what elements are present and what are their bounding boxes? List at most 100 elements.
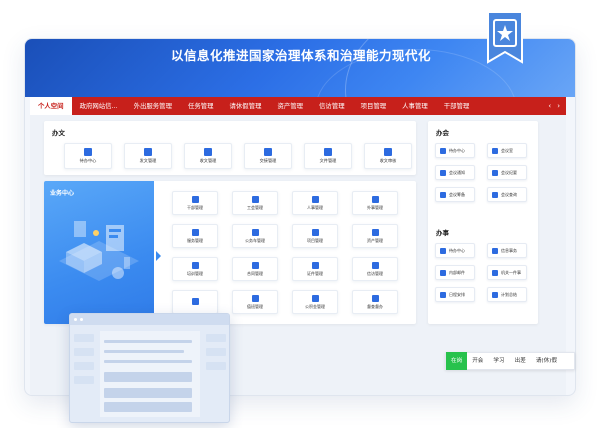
tile-union-mgmt[interactable]: 工会管理 — [232, 191, 278, 215]
tile-incoming-docs[interactable]: 收文管理 — [184, 143, 232, 169]
calendar-icon — [251, 294, 259, 302]
tile-internal-mail[interactable]: 内部邮件 — [435, 265, 475, 280]
document-icon — [251, 261, 259, 269]
mini-line — [104, 340, 192, 343]
document-icon — [492, 269, 498, 276]
tile-meeting-todo[interactable]: 待办中心 — [435, 143, 475, 158]
tile-meeting-query[interactable]: 会议查询 — [487, 187, 527, 202]
document-icon — [251, 228, 259, 236]
mail-icon — [440, 269, 446, 276]
tile-supervision[interactable]: 督查督办 — [352, 290, 398, 314]
tile-meeting-notice[interactable]: 会议通知 — [435, 165, 475, 180]
nav-item-outbound-service[interactable]: 外出服务管理 — [126, 97, 180, 115]
mini-side-block — [74, 362, 94, 370]
tile-label: 文件管理 — [319, 158, 337, 163]
document-icon — [371, 294, 379, 302]
nav-arrows: ‹ › — [548, 102, 566, 110]
tile-service-mgmt[interactable]: 服务管理 — [172, 224, 218, 248]
tile-label: 证件管理 — [307, 270, 323, 276]
status-leave[interactable]: 请(休)假 — [531, 352, 562, 370]
tile-outgoing-docs[interactable]: 发文管理 — [124, 143, 172, 169]
calendar-icon — [440, 291, 446, 298]
nav-item-task[interactable]: 任务管理 — [180, 97, 222, 115]
tile-todo-center[interactable]: 待办中心 — [64, 143, 112, 169]
tile-handover[interactable]: 交接管理 — [244, 143, 292, 169]
document-icon — [264, 148, 272, 156]
office-docs-tiles: 待办中心 发文管理 收文管理 交接管理 文件管理 收文审核 — [64, 143, 424, 169]
document-icon — [191, 228, 199, 236]
nav-item-project[interactable]: 项目管理 — [353, 97, 395, 115]
office-docs-panel: 办文 待办中心 发文管理 收文管理 交接管理 文件管理 收文审核 — [44, 121, 416, 175]
tile-label: 收文审核 — [379, 158, 397, 163]
nav-item-asset[interactable]: 资产管理 — [269, 97, 311, 115]
tile-foreign-affairs[interactable]: 外事管理 — [352, 191, 398, 215]
tile-label: 日程安排 — [449, 291, 465, 297]
document-icon — [311, 261, 319, 269]
tile-schedule[interactable]: 日程安排 — [435, 287, 475, 302]
tile-label: 会议筹备 — [449, 191, 465, 197]
tile-hr-mgmt[interactable]: 人事管理 — [292, 191, 338, 215]
chevron-right-icon[interactable]: › — [557, 102, 560, 110]
tile-label: 交接管理 — [259, 158, 277, 163]
tile-label: 项目管理 — [307, 237, 323, 243]
mini-dot — [80, 318, 83, 321]
globe-icon — [371, 195, 379, 203]
tile-contract-mgmt[interactable]: 合同管理 — [232, 257, 278, 281]
mini-side-block — [74, 334, 94, 342]
document-icon — [371, 228, 379, 236]
tile-label: 待办中心 — [449, 147, 465, 153]
tile-affairs-todo[interactable]: 待办中心 — [435, 243, 475, 258]
tile-label: 收文管理 — [199, 158, 217, 163]
tile-one-thing[interactable]: 机关一件事 — [487, 265, 527, 280]
status-study[interactable]: 学习 — [488, 352, 509, 370]
tile-label: 内部邮件 — [449, 269, 465, 275]
tile-label: 信访管理 — [367, 270, 383, 276]
tile-meeting-minutes[interactable]: 会议纪要 — [487, 165, 527, 180]
nav-item-gov-website[interactable]: 政府网站信... — [72, 97, 126, 115]
tile-label: 值班管理 — [247, 303, 263, 309]
chevron-left-icon[interactable]: ‹ — [548, 102, 551, 110]
office-affairs-grid: 待办中心 信息事务 内部邮件 机关一件事 日程安排 计划总结 — [435, 243, 527, 302]
inbox-icon — [84, 148, 92, 156]
nav-item-leave[interactable]: 请休假管理 — [222, 97, 270, 115]
tile-vehicle-mgmt[interactable]: 公务车管理 — [232, 224, 278, 248]
nav-item-petition[interactable]: 信访管理 — [311, 97, 353, 115]
nav-item-cadre[interactable]: 干部管理 — [436, 97, 478, 115]
tile-training-mgmt[interactable]: 培训管理 — [172, 257, 218, 281]
document-icon — [492, 291, 498, 298]
document-icon — [492, 247, 498, 254]
tile-petition-mgmt[interactable]: 信访管理 — [352, 257, 398, 281]
tile-label: 外事管理 — [367, 204, 383, 210]
mini-line — [104, 372, 192, 382]
tile-certificate-mgmt[interactable]: 证件管理 — [292, 257, 338, 281]
tile-cadre-mgmt[interactable]: 干部管理 — [172, 191, 218, 215]
tile-meeting-prep[interactable]: 会议筹备 — [435, 187, 475, 202]
mini-line — [104, 360, 192, 363]
tile-hidden[interactable] — [172, 290, 218, 314]
status-on-duty[interactable]: 在岗 — [446, 352, 468, 370]
tile-asset-mgmt[interactable]: 资产管理 — [352, 224, 398, 248]
mini-side-block — [74, 376, 94, 384]
document-icon — [191, 297, 199, 305]
bookmark-icon — [487, 12, 523, 64]
tile-label: 督查督办 — [367, 303, 383, 309]
office-docs-title: 办文 — [52, 129, 65, 137]
tile-info-affairs[interactable]: 信息事务 — [487, 243, 527, 258]
tile-meeting-room[interactable]: 会议室 — [487, 143, 527, 158]
nav-item-personal-space[interactable]: 个人空间 — [30, 97, 72, 115]
tile-label: 会议纪要 — [501, 169, 517, 175]
tile-fund-mgmt[interactable]: 公积金管理 — [292, 290, 338, 314]
tile-plan-summary[interactable]: 计划总结 — [487, 287, 527, 302]
tile-doc-review[interactable]: 收文审核 — [364, 143, 412, 169]
settings-icon — [251, 195, 259, 203]
tile-file-mgmt[interactable]: 文件管理 — [304, 143, 352, 169]
tile-duty-mgmt[interactable]: 值班管理 — [232, 290, 278, 314]
tile-label: 干部管理 — [187, 204, 203, 210]
tile-project-mgmt[interactable]: 项目管理 — [292, 224, 338, 248]
document-icon — [492, 191, 498, 198]
isometric-illustration — [59, 221, 139, 281]
office-meeting-grid: 待办中心 会议室 会议通知 会议纪要 会议筹备 会议查询 — [435, 143, 527, 202]
status-meeting[interactable]: 开会 — [467, 352, 488, 370]
nav-item-hr[interactable]: 人事管理 — [394, 97, 436, 115]
status-business-trip[interactable]: 出差 — [510, 352, 531, 370]
